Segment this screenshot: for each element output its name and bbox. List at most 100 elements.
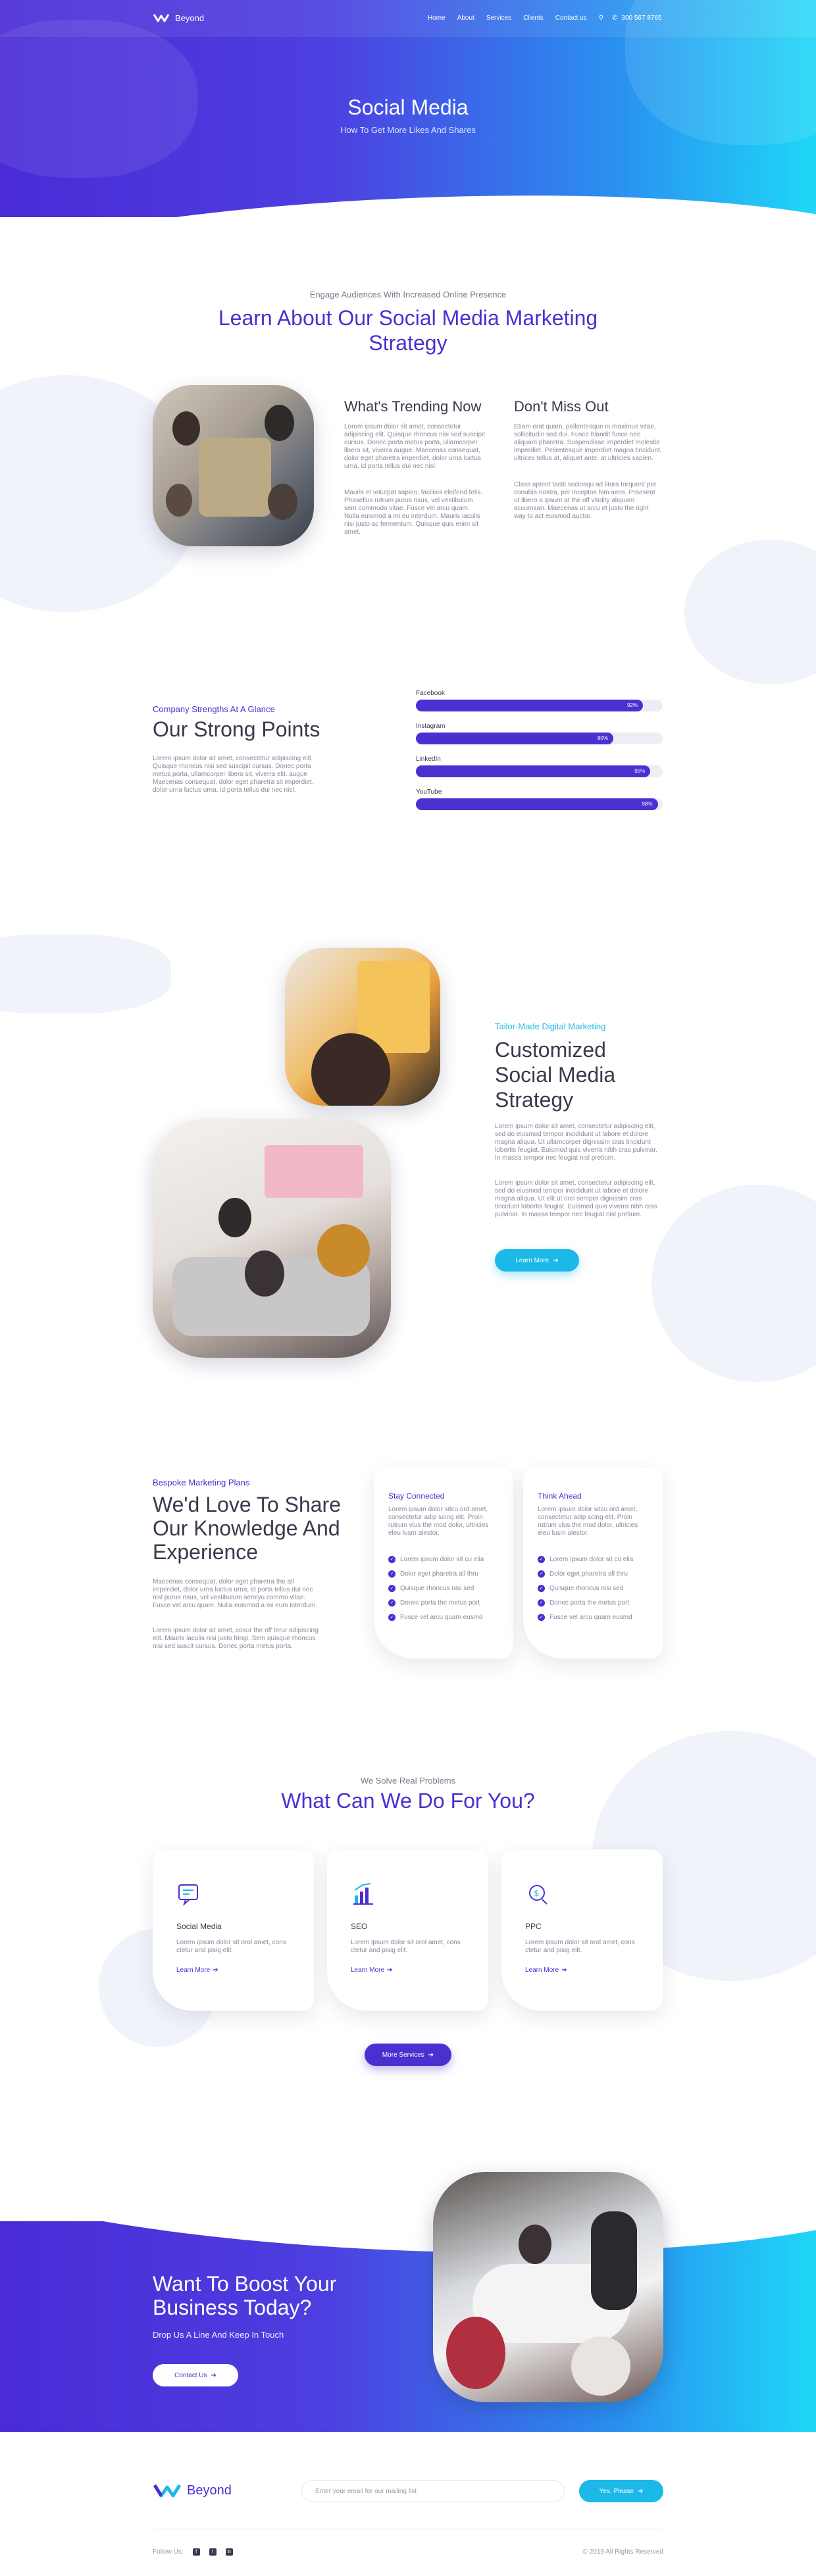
knowledge-text-2: Lorem ipsum dolor sit amet, cosur the of… — [153, 1627, 319, 1650]
footer-logo[interactable]: Beyond — [153, 2481, 232, 2500]
nav-link-contact[interactable]: Contact us — [555, 14, 587, 22]
arrow-right-icon: ➔ — [553, 1256, 559, 1264]
arrow-right-icon: ➔ — [213, 1967, 218, 1974]
bar-label: Instagram — [416, 723, 446, 730]
stay-connected-card: Stay Connected Lorem ipsum dolor sitcu o… — [374, 1468, 513, 1659]
strengths-title: Our Strong Points — [153, 717, 320, 741]
services-title: What Can We Do For You? — [281, 1789, 535, 1813]
arrow-right-icon: ➔ — [387, 1967, 393, 1974]
bar-label: YouTube — [416, 788, 442, 796]
facebook-icon[interactable]: f — [192, 2548, 200, 2556]
knowledge-text-1: Maecenas consequat, dolor eget pharetra … — [153, 1578, 318, 1609]
phone-number: 300 567 8765 — [621, 14, 662, 22]
page-title: Social Media — [347, 95, 469, 119]
twitter-icon[interactable]: t — [209, 2548, 217, 2556]
arrow-right-icon: ➔ — [638, 2487, 644, 2495]
check-icon: ✓ — [538, 1613, 545, 1621]
contact-us-label: Contact Us — [174, 2371, 207, 2379]
service-text: Lorem ipsum dolor sit orol amet, cons ct… — [525, 1939, 635, 1954]
more-services-button[interactable]: More Services ➔ — [365, 2044, 451, 2066]
nav-phone[interactable]: ✆ 300 567 8765 — [612, 14, 662, 22]
custom-title: Customized Social Media Strategy — [495, 1038, 616, 1112]
strengths-text: Lorem ipsum dolor sit amet, consectetur … — [153, 755, 314, 794]
contact-us-button[interactable]: Contact Us ➔ — [153, 2364, 238, 2386]
brand-name: Beyond — [175, 13, 205, 23]
service-text: Lorem ipsum dolor sit orol amet, cons ct… — [176, 1939, 286, 1954]
nav-link-home[interactable]: Home — [428, 14, 446, 22]
bar-value: 80% — [597, 735, 608, 741]
bar-track: 80% — [416, 733, 663, 744]
card-text: Lorem ipsum dolor sitcu ord amet, consec… — [388, 1506, 489, 1537]
list-item: ✓ Dolor eget pharetra all thru — [388, 1566, 484, 1581]
beyond-logo-icon — [153, 2484, 182, 2498]
miss-out-text-2: Class aptent taciti sociosqu ad litora t… — [514, 481, 657, 520]
list-item: ✓ Quisque rhoncus nisi sed — [388, 1581, 484, 1595]
check-icon: ✓ — [538, 1584, 545, 1592]
check-icon: ✓ — [538, 1555, 545, 1563]
conference-room-photo — [433, 2172, 663, 2402]
service-card-social-media[interactable]: Social Media Lorem ipsum dolor sit orol … — [153, 1849, 314, 2011]
office-meeting-photo — [153, 1119, 391, 1358]
nav-link-services[interactable]: Services — [486, 14, 511, 22]
nav-links: Home About Services Clients Contact us ⚲ — [428, 14, 603, 22]
ppc-dollar-icon: $ — [529, 1885, 548, 1905]
check-icon: ✓ — [388, 1599, 395, 1607]
brand-logo[interactable]: Beyond — [153, 12, 204, 24]
bar-track: 98% — [416, 798, 663, 810]
trending-text-1: Lorem ipsum dolor sit amet, consectetur … — [344, 423, 485, 470]
list-item: ✓ Donec porta the metus port — [538, 1595, 633, 1610]
search-icon[interactable]: ⚲ — [599, 14, 603, 22]
arrow-right-icon: ➔ — [561, 1967, 567, 1974]
list-item: ✓ Lorem ipsum dolor sit cu elia — [388, 1552, 484, 1566]
sticky-notes-photo — [285, 948, 440, 1106]
bar-value: 98% — [642, 801, 653, 807]
strengths-kicker: Company Strengths At A Glance — [153, 704, 275, 714]
top-nav: Beyond Home About Services Clients Conta… — [0, 0, 816, 37]
service-card-seo[interactable]: SEO Lorem ipsum dolor sit orol amet, con… — [327, 1849, 488, 2011]
cta-title: Want To Boost Your Business Today? — [153, 2272, 337, 2319]
card-title: Stay Connected — [388, 1491, 445, 1501]
card-title: Think Ahead — [538, 1491, 582, 1501]
phone-icon: ✆ — [612, 14, 618, 22]
nav-link-clients[interactable]: Clients — [523, 14, 544, 22]
check-icon: ✓ — [538, 1599, 545, 1607]
list-item: ✓ Donec porta the metus port — [388, 1595, 484, 1610]
nav-link-about[interactable]: About — [457, 14, 474, 22]
miss-out-title: Don't Miss Out — [514, 398, 609, 415]
think-ahead-card: Think Ahead Lorem ipsum dolor sitcu ord … — [523, 1468, 663, 1659]
learn-more-button[interactable]: Learn More ➔ — [495, 1249, 579, 1272]
arrow-right-icon: ➔ — [211, 2371, 217, 2379]
list-item: ✓ Dolor eget pharetra all thru — [538, 1566, 633, 1581]
bar-track: 95% — [416, 765, 663, 777]
bar-fill: 98% — [416, 798, 658, 810]
bar-fill: 95% — [416, 765, 651, 777]
check-list: ✓ Lorem ipsum dolor sit cu elia ✓ Dolor eg… — [538, 1552, 633, 1624]
service-title: PPC — [525, 1922, 542, 1931]
subscribe-button[interactable]: Yes, Please ➔ — [579, 2480, 663, 2502]
service-learn-more-link[interactable]: Learn More ➔ — [351, 1967, 393, 1974]
bar-fill: 80% — [416, 733, 613, 744]
social-links: Follow Us: f t in — [153, 2548, 233, 2556]
check-icon: ✓ — [388, 1613, 395, 1621]
cta-subtitle: Drop Us A Line And Keep In Touch — [153, 2330, 284, 2340]
bar-label: LinkedIn — [416, 756, 441, 763]
bar-fill: 92% — [416, 700, 643, 711]
service-card-ppc[interactable]: $ PPC Lorem ipsum dolor sit orol amet, c… — [501, 1849, 663, 2011]
check-icon: ✓ — [388, 1584, 395, 1592]
list-item: ✓ Quisque rhoncus nisi sed — [538, 1581, 633, 1595]
custom-text-1: Lorem ipsum dolor sit amet, consectetur … — [495, 1123, 657, 1162]
list-item: ✓ Lorem ipsum dolor sit cu elia — [538, 1552, 633, 1566]
bar-value: 92% — [626, 702, 638, 708]
services-kicker: We Solve Real Problems — [360, 1776, 456, 1786]
card-text: Lorem ipsum dolor sitcu ord amet, consec… — [538, 1506, 638, 1537]
social-media-icon — [178, 1884, 198, 1906]
service-learn-more-link[interactable]: Learn More ➔ — [176, 1967, 218, 1974]
check-icon: ✓ — [388, 1555, 395, 1563]
linkedin-icon[interactable]: in — [225, 2548, 233, 2556]
email-subscribe-input[interactable] — [301, 2480, 565, 2502]
footer-brand-name: Beyond — [187, 2483, 232, 2498]
service-learn-more-link[interactable]: Learn More ➔ — [525, 1967, 567, 1974]
check-icon: ✓ — [388, 1570, 395, 1578]
more-services-label: More Services — [382, 2051, 424, 2059]
strategy-kicker: Engage Audiences With Increased Online P… — [309, 290, 507, 299]
